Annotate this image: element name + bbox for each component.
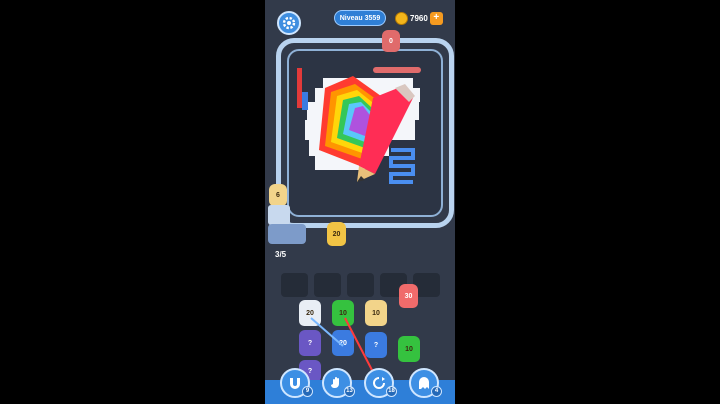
ghost-icon bbox=[419, 377, 429, 389]
booster-count: 18 bbox=[386, 386, 397, 397]
hand-icon bbox=[331, 377, 339, 388]
right-letterbox bbox=[455, 0, 720, 404]
magnet-icon bbox=[290, 378, 300, 389]
booster-count: 9 bbox=[302, 386, 313, 397]
booster-count: 4 bbox=[431, 386, 442, 397]
rope-links bbox=[310, 317, 374, 373]
shuffle-icon bbox=[373, 377, 385, 389]
booster-count: 13 bbox=[344, 386, 355, 397]
game-screen: Niveau 3559 7960 + 0 6 3/5 20 30 20 10 1… bbox=[265, 0, 455, 404]
left-letterbox bbox=[0, 0, 265, 404]
